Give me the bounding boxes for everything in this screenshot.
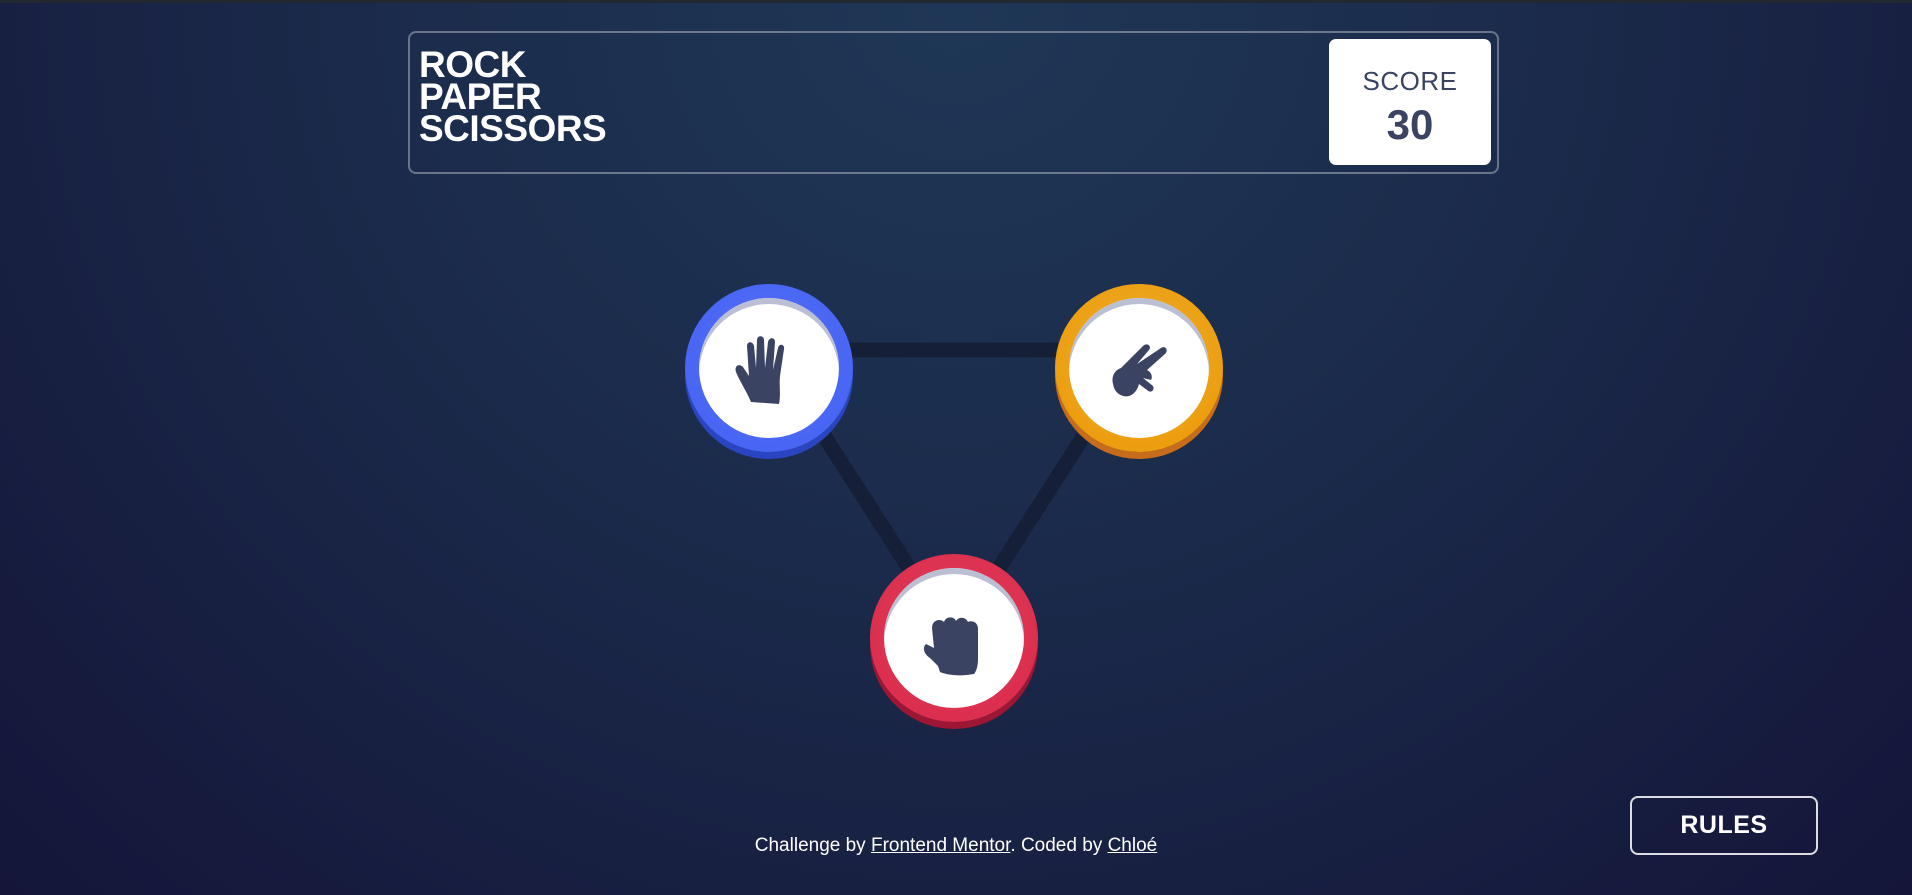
frontend-mentor-link[interactable]: Frontend Mentor bbox=[871, 835, 1010, 856]
attribution-coded-text: . Coded by bbox=[1010, 835, 1108, 856]
attribution: Challenge by Frontend Mentor. Coded by C… bbox=[0, 835, 1912, 857]
attribution-challenge-text: Challenge by bbox=[754, 835, 871, 856]
rock-button-face bbox=[884, 568, 1024, 708]
top-strip bbox=[0, 0, 1912, 3]
score-box: SCORE 30 bbox=[1329, 39, 1491, 165]
score-value: 30 bbox=[1386, 101, 1434, 148]
scissors-button-face bbox=[1069, 298, 1209, 438]
paper-button-face bbox=[699, 298, 839, 438]
scissors-hand-icon bbox=[1112, 344, 1167, 397]
paper-hand-icon bbox=[735, 336, 785, 404]
title-line-scissors: SCISSORS bbox=[419, 108, 607, 149]
rock-button[interactable] bbox=[870, 554, 1038, 722]
scoreboard-header: ROCK PAPER SCISSORS SCORE 30 bbox=[408, 31, 1499, 174]
score-label: SCORE bbox=[1362, 66, 1458, 96]
paper-button[interactable] bbox=[685, 284, 853, 452]
rules-button[interactable]: RULES bbox=[1630, 796, 1818, 855]
scissors-button[interactable] bbox=[1055, 284, 1223, 452]
author-link[interactable]: Chloé bbox=[1108, 835, 1158, 856]
game-title: ROCK PAPER SCISSORS bbox=[419, 46, 607, 149]
rock-fist-icon bbox=[923, 617, 978, 676]
